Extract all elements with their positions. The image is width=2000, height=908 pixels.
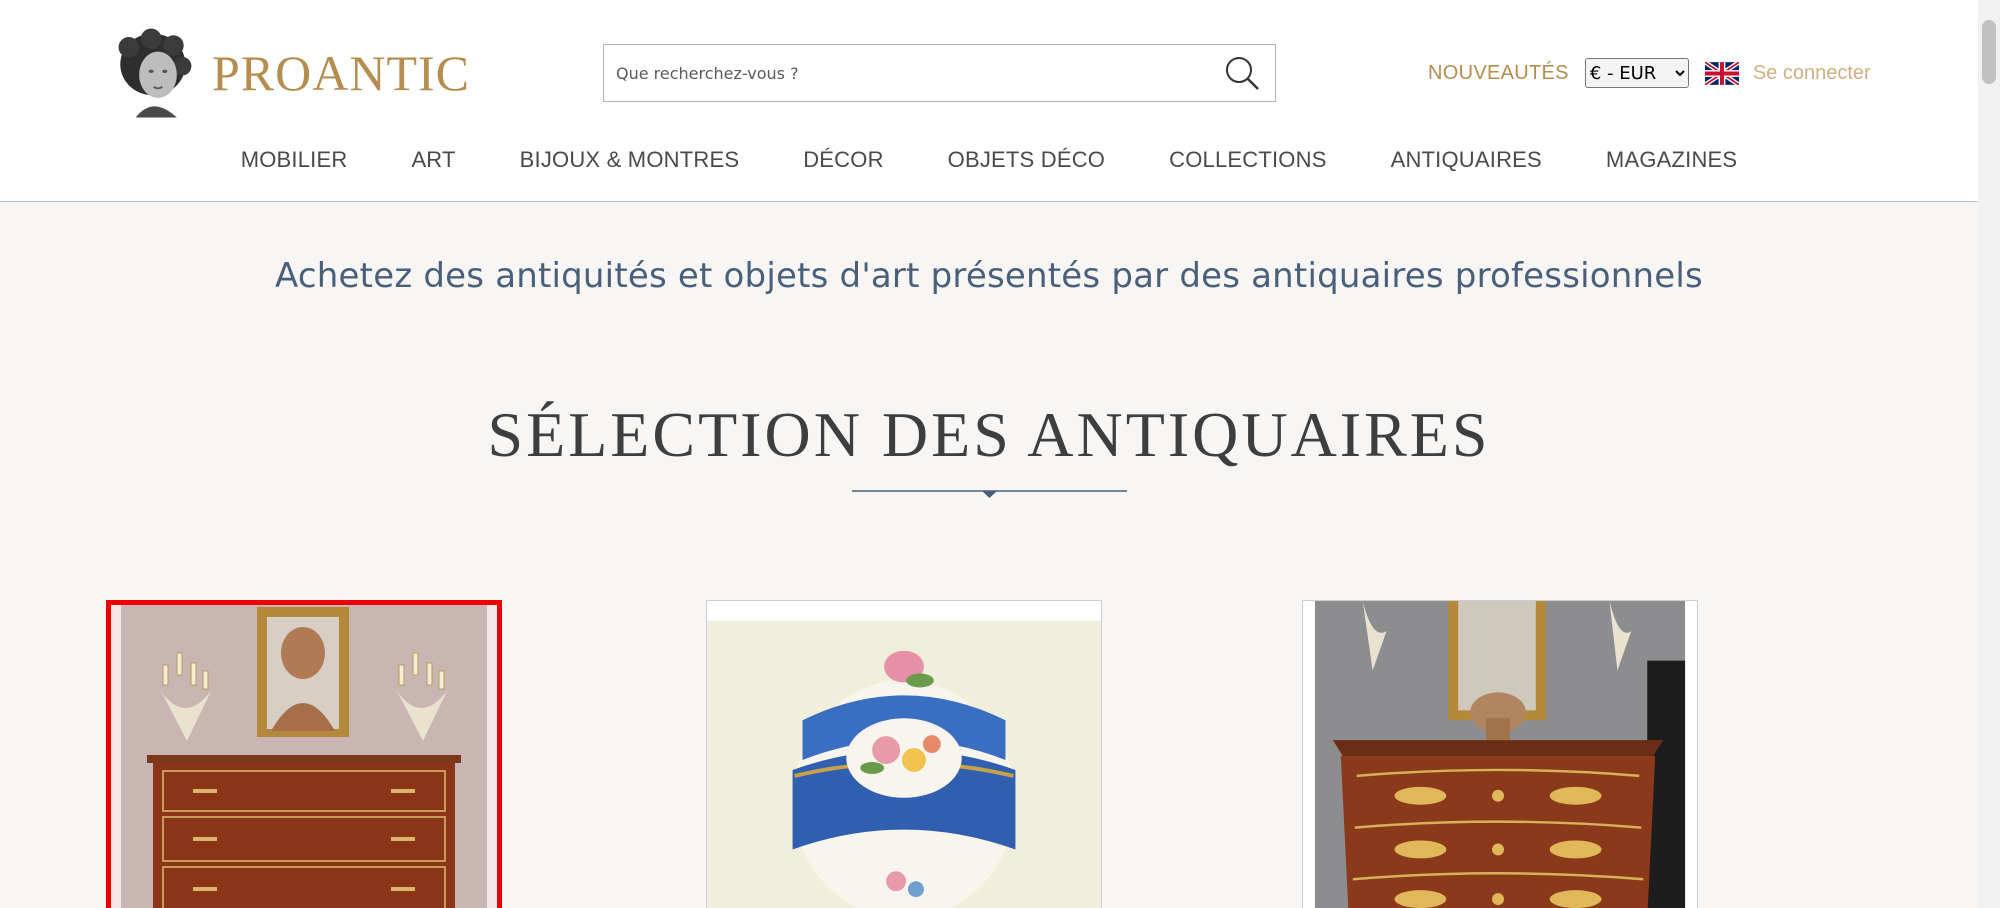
header-actions: NOUVEAUTÉS € - EUR Se connecter — [1428, 56, 1871, 90]
nav-item-mobilier[interactable]: MOBILIER — [241, 147, 348, 179]
nav-item-objets-deco[interactable]: OBJETS DÉCO — [948, 147, 1105, 179]
nav-item-art[interactable]: ART — [411, 147, 455, 179]
product-card-porcelain-vase[interactable] — [706, 600, 1102, 908]
scrollbar-thumb[interactable] — [1982, 20, 1996, 84]
uk-flag-icon[interactable] — [1704, 61, 1739, 85]
section-title: SÉLECTION DES ANTIQUAIRES — [487, 399, 1491, 470]
new-arrivals-link[interactable]: NOUVEAUTÉS — [1428, 62, 1569, 85]
search-input[interactable] — [604, 45, 1204, 101]
product-image — [1303, 601, 1697, 908]
product-image — [707, 601, 1101, 908]
logo[interactable]: PROANTIC — [110, 20, 470, 126]
title-divider — [852, 490, 1127, 498]
nav-item-collections[interactable]: COLLECTIONS — [1169, 147, 1326, 179]
page-tagline: Achetez des antiquités et objets d'art p… — [275, 256, 1703, 296]
nav-item-bijoux-montres[interactable]: BIJOUX & MONTRES — [520, 147, 740, 179]
currency-select[interactable]: € - EUR — [1584, 58, 1689, 88]
search-icon[interactable] — [1223, 54, 1261, 92]
product-image — [111, 605, 497, 908]
login-link[interactable]: Se connecter — [1753, 62, 1871, 85]
product-card-commode-louis-xvi[interactable] — [106, 600, 502, 908]
nav-item-decor[interactable]: DÉCOR — [803, 147, 883, 179]
bust-logo-icon — [118, 28, 192, 118]
product-card-commode-louis-xv[interactable] — [1302, 600, 1698, 908]
logo-text: PROANTIC — [211, 45, 470, 101]
site-header: PROANTIC NOUVEAUTÉS € - EUR Se connecter… — [0, 0, 1978, 202]
nav-item-antiquaires[interactable]: ANTIQUAIRES — [1391, 147, 1542, 179]
main-nav: MOBILIER ART BIJOUX & MONTRES DÉCOR OBJE… — [0, 147, 1978, 179]
nav-item-magazines[interactable]: MAGAZINES — [1606, 147, 1737, 179]
search-bar — [603, 44, 1276, 102]
page-scrollbar[interactable] — [1978, 0, 2000, 908]
